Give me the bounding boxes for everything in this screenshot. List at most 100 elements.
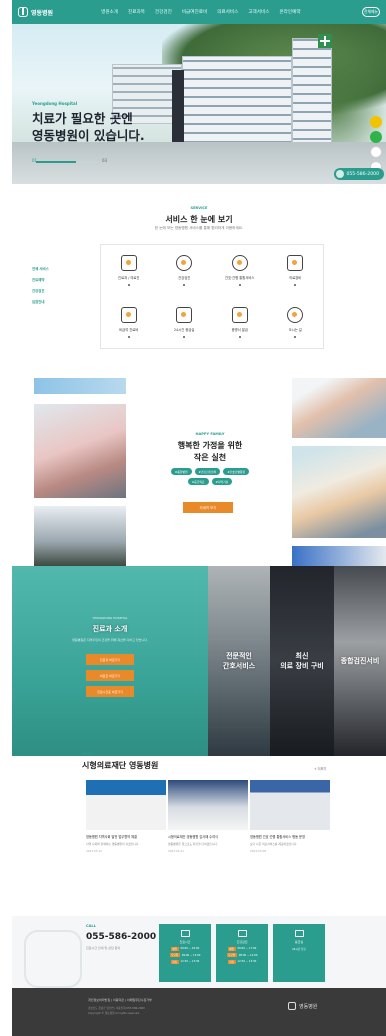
photo-treatment [292, 546, 386, 566]
panel-title-line2: 의료 장비 구비 [280, 662, 324, 670]
hours-tile[interactable]: 건강검진 평일 08:00 ~ 17:00 토요일 08:00 ~ 12:00 점심… [216, 924, 268, 982]
hospital-cross-icon [318, 34, 332, 48]
hashtag[interactable]: #간호간병통합 [223, 468, 250, 475]
menu-item[interactable]: 건강검진 [155, 9, 172, 15]
hours-tag: 토요일 [226, 953, 237, 957]
hero-tag: Yeongdong Hospital [32, 101, 78, 106]
service-item[interactable]: 오시는 길 [268, 297, 324, 349]
service-dot [294, 335, 297, 338]
service-name: 24시간 응급실 [174, 327, 195, 332]
hashtag[interactable]: #건강검진센터 [194, 468, 221, 475]
menu-item[interactable]: 온라인예약 [279, 9, 300, 15]
service-item[interactable]: 비급여 진료비 [101, 297, 157, 349]
service-name: 비급여 진료비 [119, 327, 139, 332]
hashtag[interactable]: #지역거점 [211, 478, 233, 485]
ambulance-icon [176, 306, 193, 323]
service-item[interactable]: 24시간 응급실 [157, 297, 213, 349]
news-list: 영동병원 지역사회 발전 업무협약 체결 지역 사회와 함께하는 영동병원이 되… [86, 780, 330, 853]
stethoscope-icon [176, 255, 193, 272]
service-item[interactable]: 진료과 / 의료진 [101, 245, 157, 297]
family-title-line2: 작은 실천 [193, 453, 227, 462]
menu-item[interactable]: 진료과목 [128, 9, 145, 15]
site-logo[interactable]: 영동병원 [18, 7, 53, 17]
service-dot [127, 284, 130, 287]
photo-nurse-patient [34, 404, 126, 498]
service-name: 간호·간병 통합서비스 [225, 276, 255, 281]
naver-icon[interactable] [370, 131, 382, 143]
menu-item[interactable]: 병원소개 [101, 9, 118, 15]
contact-label: CALL [86, 924, 96, 928]
panel-desc: 영동병원은 지역주민의 건강을 위해 최선을 다하고 있습니다. [72, 638, 148, 642]
menu-item[interactable]: 비급여진료비 [182, 9, 207, 15]
panel-title-line1: 전문적인 [226, 652, 252, 660]
news-card[interactable]: 영동병원 간호·간병 통합서비스 병동 운영 보다 나은 의료서비스를 제공하겠… [250, 780, 330, 853]
news-card-date: 2023.04.21 [168, 849, 185, 853]
family-more-button[interactable]: 자세히 보기 [183, 502, 233, 513]
hours-text: 12:30 ~ 13:30 [180, 960, 200, 963]
side-item[interactable]: 진료예약 [32, 278, 44, 282]
hero-title-line1: 치료가 필요한 곳엔 [32, 111, 133, 126]
hero-title: 치료가 필요한 곳엔 영동병원이 있습니다. [32, 110, 192, 144]
scroll-top-icon[interactable] [370, 146, 382, 158]
microscope-icon [287, 255, 304, 272]
footer-logo-icon [288, 1002, 296, 1010]
service-item[interactable]: 간호·간병 통합서비스 [212, 245, 268, 297]
location-icon [287, 306, 304, 323]
panel-title-line1: 최신 [295, 652, 309, 660]
menu-item[interactable]: 의료서비스 [217, 9, 238, 15]
panel-equipment[interactable]: 최신 의료 장비 구비 [270, 566, 334, 756]
schedule-button[interactable]: 진료시간표 바로가기 [86, 686, 134, 698]
hours-text: 08:00 ~ 12:00 [238, 953, 258, 957]
watermark-logo-icon [24, 930, 82, 988]
news-label: NEWS [82, 752, 95, 756]
bill-icon [120, 306, 137, 323]
news-more-link[interactable]: + 더보기 [314, 766, 326, 771]
hours-text: 09:00 ~ 18:00 [180, 947, 200, 950]
quick-menu [370, 116, 382, 173]
service-item[interactable]: 증명서 발급 [212, 297, 268, 349]
service-name: 의료장비 [289, 276, 302, 281]
side-item[interactable]: 입원안내 [32, 300, 44, 304]
service-name: 건강검진 [178, 276, 191, 281]
footer-logo[interactable]: 영동병원 [288, 1002, 317, 1010]
side-item[interactable]: 전체 서비스 [32, 267, 49, 271]
panel-buttons: 진료과 바로가기 의료진 바로가기 진료시간표 바로가기 [86, 654, 134, 698]
departments-button[interactable]: 진료과 바로가기 [86, 654, 134, 666]
kakao-icon[interactable] [370, 116, 382, 128]
doctors-button[interactable]: 의료진 바로가기 [86, 670, 134, 682]
top-navigation: 영동병원 병원소개 진료과목 건강검진 비급여진료비 의료서비스 고객서비스 온… [12, 0, 386, 24]
services-grid: 진료과 / 의료진 건강검진 간호·간병 통합서비스 의료장비 비급여 진료비 … [100, 244, 324, 349]
side-item[interactable]: 건강검진 [32, 289, 44, 293]
hashtag[interactable]: #응급의료 [187, 478, 209, 485]
hours-tag: 평일 [170, 946, 179, 951]
hours-tile[interactable]: 진료시간 평일 09:00 ~ 18:00 토요일 09:00 ~ 13:00 점심… [159, 924, 211, 982]
hashtag[interactable]: #종합병원 [170, 468, 192, 475]
service-dot [183, 335, 186, 338]
panel-nursing[interactable]: 전문적인 간호서비스 [208, 566, 270, 756]
hours-row: 24시간 진료 [292, 947, 306, 951]
service-dot [238, 284, 241, 287]
hours-row: 점심 12:30 ~ 13:30 [170, 959, 200, 964]
news-card[interactable]: 영동병원 지역사회 발전 업무협약 체결 지역 사회와 함께하는 영동병원이 되… [86, 780, 166, 853]
service-dot [238, 335, 241, 338]
hours-text: 24시간 진료 [292, 947, 306, 951]
sitemap-button[interactable]: 전체메뉴 [362, 7, 380, 17]
phone-call-button[interactable]: 055-586-2000 [334, 168, 384, 180]
hours-row: 토요일 09:00 ~ 13:00 [169, 953, 200, 957]
slide-progress-bar[interactable] [36, 161, 76, 163]
hours-tile[interactable]: 응급실 24시간 진료 [273, 924, 325, 982]
calendar-icon [180, 930, 190, 937]
menu-item[interactable]: 고객서비스 [248, 9, 269, 15]
footer-info-line: Copyright © 영동병원 All rights reserved. [88, 1012, 140, 1015]
panel-departments[interactable]: YEONGDONG HOSPITAL 진료과 소개 영동병원은 지역주민의 건강… [12, 566, 208, 756]
tile-label: 건강검진 [236, 940, 248, 944]
panel-checkup[interactable]: 종합검진서비 [334, 566, 386, 756]
hours-row: 평일 09:00 ~ 18:00 [170, 946, 200, 951]
contact-phone[interactable]: 055-586-2000 [86, 932, 156, 942]
service-item[interactable]: 의료장비 [268, 245, 324, 297]
panel-title-line2: 간호서비스 [222, 662, 256, 670]
footer-links[interactable]: 개인정보처리방침 | 이용약관 | 이메일무단수집거부 [88, 998, 152, 1002]
service-item[interactable]: 건강검진 [157, 245, 213, 297]
hours-tiles: 진료시간 평일 09:00 ~ 18:00 토요일 09:00 ~ 13:00 점심… [159, 924, 325, 982]
news-card[interactable]: 시형의료재단 영동병원 감사패 수여식 영동병원은 앞으로도 최선을 다하겠습니… [168, 780, 248, 853]
